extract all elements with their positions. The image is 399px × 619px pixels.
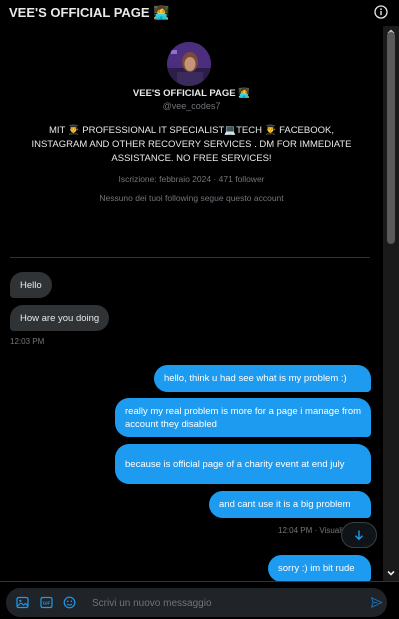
message-incoming[interactable]: Hello <box>10 272 52 298</box>
scroll-down-arrow-icon[interactable] <box>386 568 396 578</box>
arrow-down-icon <box>355 530 363 541</box>
message-outgoing[interactable]: sorry :) im bit rude <box>268 555 371 581</box>
svg-text:GIF: GIF <box>43 601 51 606</box>
mutual-followers: Nessuno dei tuoi following segue questo … <box>99 193 284 203</box>
send-icon[interactable] <box>370 596 383 609</box>
message-list[interactable]: VEE'S OFFICIAL PAGE 👩‍💻 @vee_codes7 MIT … <box>0 26 383 581</box>
scrollbar-thumb[interactable] <box>387 32 395 244</box>
emoji-icon[interactable] <box>63 596 76 609</box>
message-outgoing[interactable]: hello, think u had see what is my proble… <box>154 365 371 392</box>
message-input[interactable] <box>92 594 362 612</box>
avatar[interactable] <box>167 42 211 86</box>
avatar-image <box>167 42 211 86</box>
conversation-title: VEE'S OFFICIAL PAGE 👩‍💻 <box>9 5 170 20</box>
divider <box>10 257 370 258</box>
message-outgoing[interactable]: really my real problem is more for a pag… <box>115 398 371 437</box>
image-icon[interactable] <box>16 596 29 609</box>
info-icon[interactable] <box>374 5 388 19</box>
join-date: Iscrizione: febbraio 2024 <box>118 174 212 184</box>
profile-name[interactable]: VEE'S OFFICIAL PAGE 👩‍💻 <box>0 88 383 99</box>
follower-count: 471 follower <box>218 174 265 184</box>
scroll-to-bottom-button[interactable] <box>341 522 377 548</box>
message-timestamp: 12:03 PM <box>10 337 45 346</box>
gif-icon[interactable]: GIF <box>40 596 53 609</box>
message-composer: GIF <box>0 581 399 619</box>
profile-meta: Iscrizione: febbraio 2024 · 471 follower <box>118 174 265 184</box>
message-outgoing[interactable]: because is official page of a charity ev… <box>115 444 371 484</box>
composer-box: GIF <box>6 588 387 617</box>
profile-handle: @vee_codes7 <box>162 101 221 111</box>
scrollbar[interactable] <box>383 26 399 581</box>
message-incoming[interactable]: How are you doing <box>10 305 110 331</box>
message-outgoing[interactable]: and cant use it is a big problem <box>209 491 371 518</box>
conversation-header: VEE'S OFFICIAL PAGE 👩‍💻 <box>0 0 399 26</box>
profile-bio: MIT 👨‍🎓 PROFESSIONAL IT SPECIALIST💻TECH … <box>31 125 352 164</box>
